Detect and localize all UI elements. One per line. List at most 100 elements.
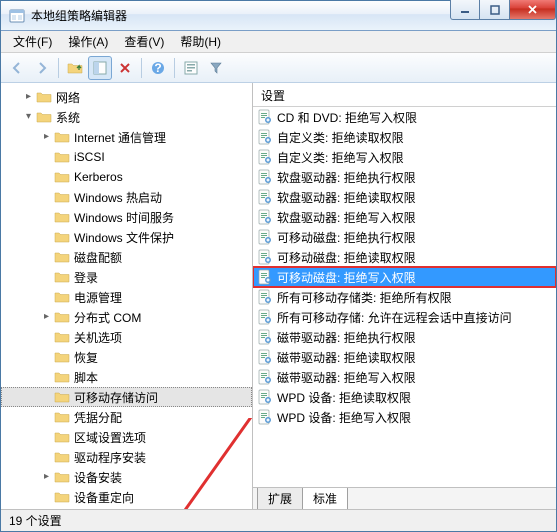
policy-item[interactable]: 自定义类: 拒绝读取权限 <box>253 127 556 147</box>
separator <box>141 58 142 78</box>
tree-item[interactable]: 脚本 <box>1 367 252 387</box>
tree-item[interactable]: 可移动存储访问 <box>1 387 252 407</box>
policy-item[interactable]: 软盘驱动器: 拒绝写入权限 <box>253 207 556 227</box>
tree-toggle-icon[interactable]: ▸ <box>23 92 34 103</box>
tree-item-label: 可移动存储访问 <box>74 389 158 406</box>
policy-icon <box>257 169 273 185</box>
tree-item[interactable]: Windows 时间服务 <box>1 207 252 227</box>
tab-standard[interactable]: 标准 <box>302 488 348 509</box>
menu-action[interactable]: 操作(A) <box>60 31 116 52</box>
folder-icon <box>54 169 70 185</box>
policy-item-label: 磁带驱动器: 拒绝写入权限 <box>277 369 416 386</box>
folder-icon <box>54 329 70 345</box>
tree-item[interactable]: 驱动程序安装 <box>1 447 252 467</box>
tree-toggle-icon[interactable]: ▸ <box>41 132 52 143</box>
policy-item[interactable]: 所有可移动存储: 允许在远程会话中直接访问 <box>253 307 556 327</box>
tree-toggle-icon[interactable]: ▾ <box>23 112 34 123</box>
tree-pane[interactable]: ▸ 网络▾系统 ▸ Internet 通信管理iSCSI Kerberos Windows… <box>1 83 253 509</box>
policy-icon <box>257 269 273 285</box>
titlebar[interactable]: 本地组策略编辑器 <box>1 1 556 31</box>
tree-item[interactable]: 关机选项 <box>1 327 252 347</box>
back-button[interactable] <box>5 56 29 80</box>
folder-icon <box>54 369 70 385</box>
policy-list[interactable]: CD 和 DVD: 拒绝写入权限自定义类: 拒绝读取权限自定义类: 拒绝写入权限… <box>253 107 556 487</box>
policy-item[interactable]: 所有可移动存储类: 拒绝所有权限 <box>253 287 556 307</box>
tab-extended[interactable]: 扩展 <box>257 488 303 509</box>
tree-toggle-icon[interactable]: ▸ <box>41 312 52 323</box>
tree-item[interactable]: Kerberos <box>1 167 252 187</box>
tree-item-label: Internet 通信管理 <box>74 129 166 146</box>
content: ▸ 网络▾系统 ▸ Internet 通信管理iSCSI Kerberos Windows… <box>1 83 556 509</box>
policy-item-label: 可移动磁盘: 拒绝执行权限 <box>277 229 416 246</box>
policy-item-label: 所有可移动存储: 允许在远程会话中直接访问 <box>277 309 512 326</box>
policy-icon <box>257 329 273 345</box>
tree-item[interactable]: 登录 <box>1 267 252 287</box>
properties-button[interactable] <box>179 56 203 80</box>
statusbar: 19 个设置 <box>1 509 556 531</box>
policy-item-label: 软盘驱动器: 拒绝写入权限 <box>277 209 416 226</box>
filter-button[interactable] <box>204 56 228 80</box>
delete-button[interactable] <box>113 56 137 80</box>
policy-item[interactable]: WPD 设备: 拒绝读取权限 <box>253 387 556 407</box>
tree-item[interactable]: ▸ Internet 通信管理 <box>1 127 252 147</box>
policy-item[interactable]: 软盘驱动器: 拒绝执行权限 <box>253 167 556 187</box>
help-button[interactable]: ? <box>146 56 170 80</box>
tree-item-label: 网络 <box>56 89 80 106</box>
policy-item[interactable]: 磁带驱动器: 拒绝写入权限 <box>253 367 556 387</box>
tree-item[interactable]: 设备重定向 <box>1 487 252 507</box>
folder-icon <box>54 489 70 505</box>
policy-icon <box>257 369 273 385</box>
policy-icon <box>257 309 273 325</box>
policy-item[interactable]: 磁带驱动器: 拒绝执行权限 <box>253 327 556 347</box>
tree-item[interactable]: 区域设置选项 <box>1 427 252 447</box>
tree-item[interactable]: 电源管理 <box>1 287 252 307</box>
policy-item[interactable]: 可移动磁盘: 拒绝读取权限 <box>253 247 556 267</box>
forward-button[interactable] <box>30 56 54 80</box>
tree-item-label: 脚本 <box>74 369 98 386</box>
tree-item[interactable]: 磁盘配额 <box>1 247 252 267</box>
show-tree-button[interactable] <box>88 56 112 80</box>
tree-item[interactable]: ▸ 设备安装 <box>1 467 252 487</box>
tree-item-label: 凭据分配 <box>74 409 122 426</box>
minimize-button[interactable] <box>450 0 480 20</box>
maximize-button[interactable] <box>480 0 510 20</box>
tree-item[interactable]: ▸ 网络 <box>1 87 252 107</box>
tree-item-label: Kerberos <box>74 170 123 184</box>
folder-icon <box>54 189 70 205</box>
menu-file[interactable]: 文件(F) <box>5 31 60 52</box>
policy-icon <box>257 389 273 405</box>
policy-item[interactable]: WPD 设备: 拒绝写入权限 <box>253 407 556 427</box>
tree-toggle-icon[interactable]: ▸ <box>41 472 52 483</box>
tree-item-label: 设备安装 <box>74 469 122 486</box>
tree-item[interactable]: Windows 热启动 <box>1 187 252 207</box>
folder-icon <box>54 389 70 405</box>
close-button[interactable] <box>510 0 556 20</box>
tree-item[interactable]: 凭据分配 <box>1 407 252 427</box>
column-header-settings[interactable]: 设置 <box>253 83 556 107</box>
tree-item-label: Windows 时间服务 <box>74 209 174 226</box>
toolbar: ? <box>1 53 556 83</box>
tree-item[interactable]: ▸分布式 COM <box>1 307 252 327</box>
tree-item[interactable]: Windows 文件保护 <box>1 227 252 247</box>
tree-item-label: 驱动程序安装 <box>74 449 146 466</box>
menubar: 文件(F) 操作(A) 查看(V) 帮助(H) <box>1 31 556 53</box>
menu-help[interactable]: 帮助(H) <box>172 31 229 52</box>
policy-item[interactable]: 可移动磁盘: 拒绝写入权限 <box>253 267 556 287</box>
menu-view[interactable]: 查看(V) <box>116 31 172 52</box>
window-title: 本地组策略编辑器 <box>31 7 450 24</box>
policy-item[interactable]: 磁带驱动器: 拒绝读取权限 <box>253 347 556 367</box>
policy-item-label: WPD 设备: 拒绝读取权限 <box>277 389 411 406</box>
policy-item[interactable]: 自定义类: 拒绝写入权限 <box>253 147 556 167</box>
tree-item-label: 设备重定向 <box>74 489 134 506</box>
policy-item[interactable]: CD 和 DVD: 拒绝写入权限 <box>253 107 556 127</box>
app-icon <box>9 8 25 24</box>
tree-item[interactable]: ▾系统 <box>1 107 252 127</box>
tree-item[interactable]: iSCSI <box>1 147 252 167</box>
tree-item[interactable]: 恢复 <box>1 347 252 367</box>
policy-item-label: 所有可移动存储类: 拒绝所有权限 <box>277 289 452 306</box>
policy-item[interactable]: 可移动磁盘: 拒绝执行权限 <box>253 227 556 247</box>
window: 本地组策略编辑器 文件(F) 操作(A) 查看(V) 帮助(H) ? ▸ 网络▾系… <box>0 0 557 532</box>
policy-item[interactable]: 软盘驱动器: 拒绝读取权限 <box>253 187 556 207</box>
up-button[interactable] <box>63 56 87 80</box>
policy-icon <box>257 349 273 365</box>
